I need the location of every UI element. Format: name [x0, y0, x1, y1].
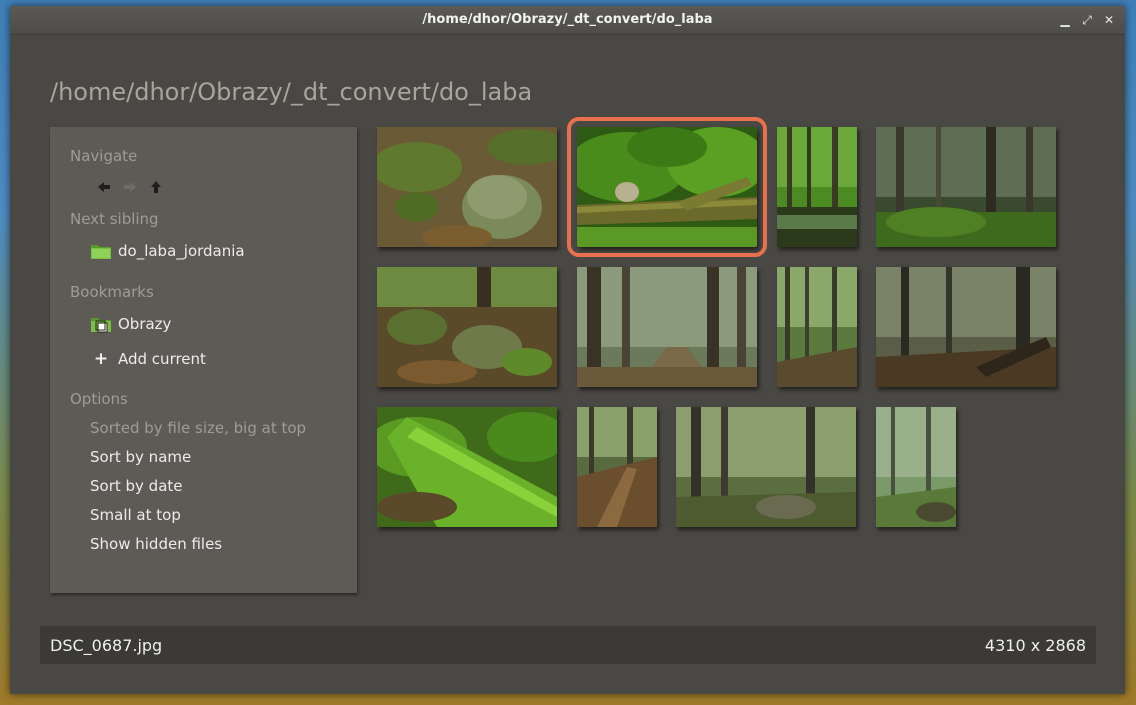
maximize-icon[interactable]: ⤢: [1079, 12, 1095, 28]
sidebar: Navigate Next sibling do_laba_jordania B…: [50, 127, 357, 593]
thumbnail-foggy-path[interactable]: [577, 267, 757, 387]
close-icon[interactable]: ✕: [1101, 12, 1117, 28]
option-sorted-by-size: Sorted by file size, big at top: [90, 419, 307, 437]
thumbnail-trees-rocks[interactable]: [676, 407, 856, 527]
thumbnail-image: [577, 127, 757, 247]
thumbnail-rocky-forest-floor[interactable]: [377, 267, 557, 387]
thumbnail-image: [876, 407, 956, 527]
option-small-at-top[interactable]: Small at top: [90, 506, 181, 524]
thumbnail-dark-forest-roots[interactable]: [876, 267, 1056, 387]
thumbnail-green-moss-log[interactable]: [377, 407, 557, 527]
thumbnail-image: [676, 407, 856, 527]
folder-icon: [91, 245, 111, 259]
thumbnail-image: [876, 267, 1056, 387]
thumbnail-image: [577, 267, 757, 387]
thumbnail-image: [777, 267, 857, 387]
thumbnail-fog-green[interactable]: [876, 407, 956, 527]
options-heading: Options: [70, 390, 128, 408]
thumbnail-image: [876, 127, 1056, 247]
minimize-icon[interactable]: ▁: [1057, 12, 1073, 28]
main-window: /home/dhor/Obrazy/_dt_convert/do_laba ▁ …: [10, 6, 1125, 694]
thumbnail-stream-trees[interactable]: [777, 127, 857, 247]
nav-buttons: [96, 179, 164, 195]
window-title: /home/dhor/Obrazy/_dt_convert/do_laba: [422, 12, 713, 27]
plus-icon: +: [93, 349, 109, 369]
thumbnail-image: [377, 407, 557, 527]
thumbnail-image: [577, 407, 657, 527]
add-current-button[interactable]: + Add current: [90, 349, 206, 369]
thumbnail-slope-trees[interactable]: [777, 267, 857, 387]
next-sibling-heading: Next sibling: [70, 210, 159, 228]
title-bar[interactable]: /home/dhor/Obrazy/_dt_convert/do_laba ▁ …: [10, 6, 1125, 35]
next-sibling-item[interactable]: do_laba_jordania: [90, 242, 245, 260]
option-sort-by-date[interactable]: Sort by date: [90, 477, 183, 495]
thumbnail-image: [377, 127, 557, 247]
bookmark-item[interactable]: Obrazy: [90, 315, 171, 333]
navigate-heading: Navigate: [70, 147, 138, 165]
next-sibling-label: do_laba_jordania: [118, 242, 245, 260]
add-current-label: Add current: [118, 350, 206, 368]
forward-arrow-icon[interactable]: [122, 179, 138, 195]
thumbnail-image: [777, 127, 857, 247]
thumbnail-fern-log-selected[interactable]: [567, 117, 767, 257]
thumbnail-image: [377, 267, 557, 387]
thumbnail-mossy-rocks[interactable]: [377, 127, 557, 247]
thumbnail-forest-trail[interactable]: [577, 407, 657, 527]
back-arrow-icon[interactable]: [96, 179, 112, 195]
thumbnail-misty-forest[interactable]: [876, 127, 1056, 247]
option-show-hidden-files[interactable]: Show hidden files: [90, 535, 222, 553]
status-dimensions: 4310 x 2868: [984, 636, 1086, 655]
bookmark-folder-icon: [91, 318, 111, 333]
bookmarks-heading: Bookmarks: [70, 283, 154, 301]
status-bar: DSC_0687.jpg 4310 x 2868: [40, 626, 1096, 664]
bookmark-label: Obrazy: [118, 315, 172, 333]
page-title: /home/dhor/Obrazy/_dt_convert/do_laba: [50, 78, 533, 106]
status-filename: DSC_0687.jpg: [50, 636, 163, 655]
up-arrow-icon[interactable]: [148, 179, 164, 195]
option-sort-by-name[interactable]: Sort by name: [90, 448, 191, 466]
